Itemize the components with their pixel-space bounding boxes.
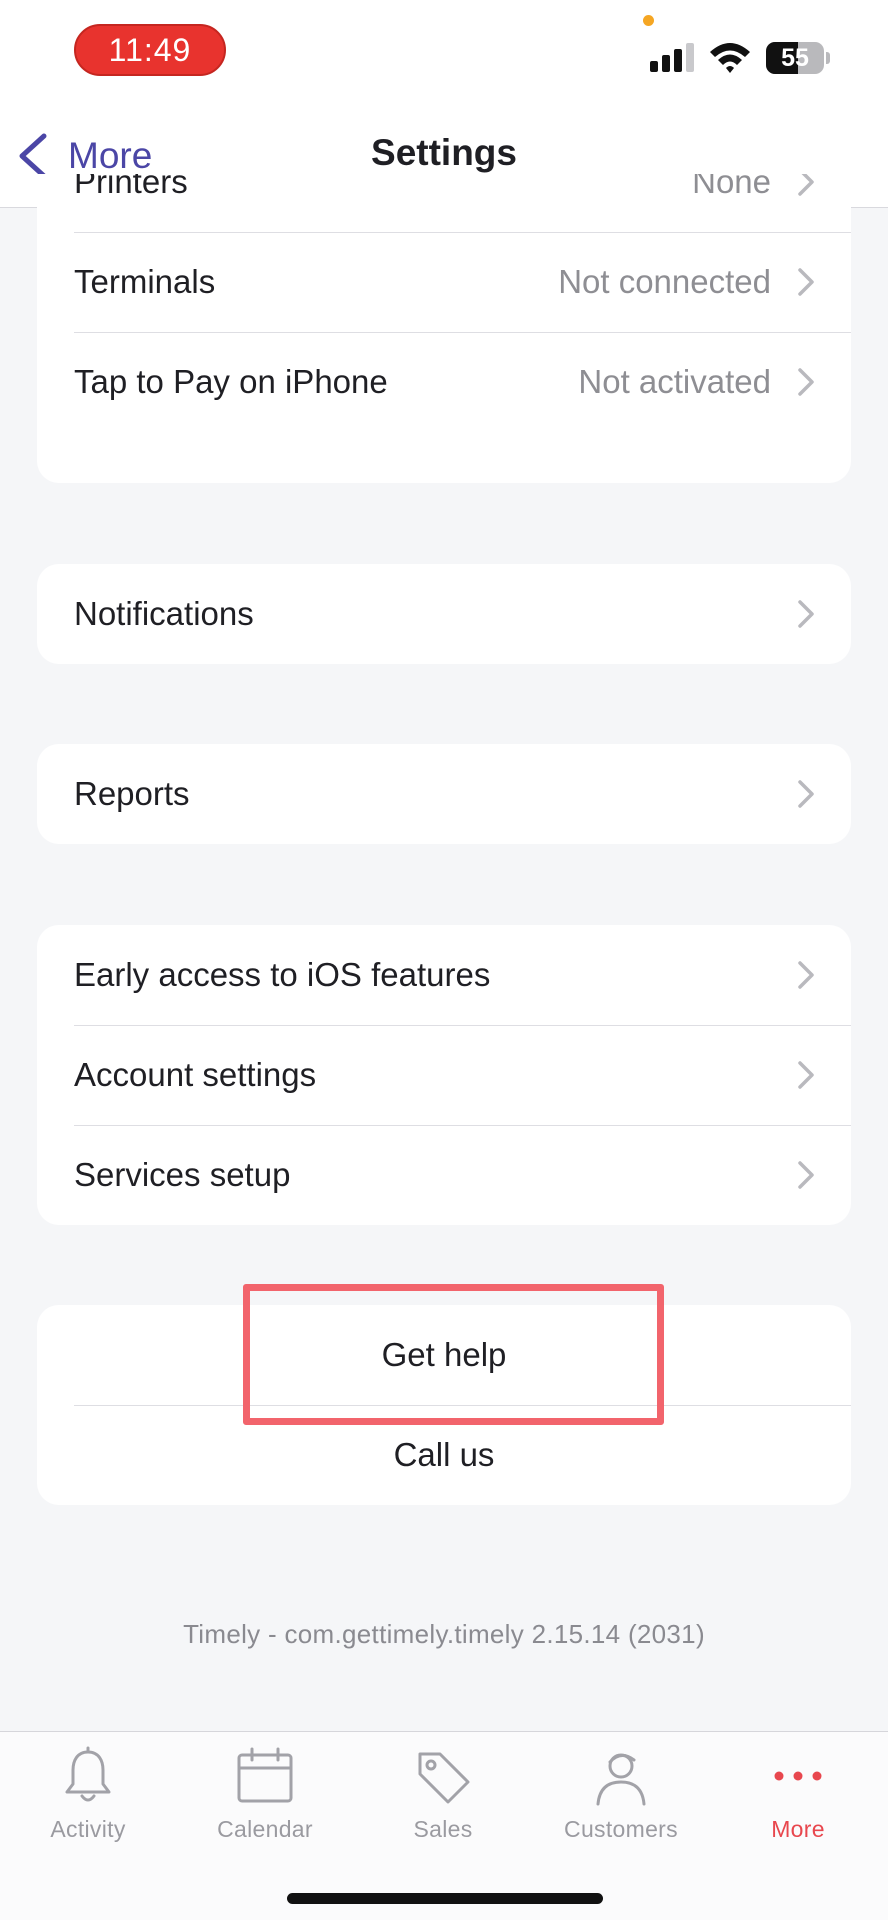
status-bar: 11:49 55 xyxy=(0,0,888,100)
row-value: Not activated xyxy=(578,363,771,400)
chevron-right-icon xyxy=(798,600,814,628)
row-printers[interactable]: Printers None xyxy=(37,174,851,232)
chevron-left-icon xyxy=(19,133,47,179)
tab-label: More xyxy=(771,1816,825,1842)
row-label: Get help xyxy=(381,1336,507,1373)
tab-label: Customers xyxy=(564,1816,678,1842)
get-help-button[interactable]: Get help xyxy=(37,1305,851,1405)
tag-icon xyxy=(418,1752,470,1804)
status-time: 11:49 xyxy=(74,24,226,76)
chevron-right-icon xyxy=(798,368,814,396)
tab-activity[interactable]: Activity xyxy=(13,1746,163,1856)
row-reports[interactable]: Reports xyxy=(37,744,851,844)
row-value: None xyxy=(692,174,771,200)
row-label: Services setup xyxy=(74,1156,291,1193)
tab-sales[interactable]: Sales xyxy=(368,1746,518,1856)
battery-tip xyxy=(826,52,830,64)
chevron-right-icon xyxy=(798,780,814,808)
row-label: Early access to iOS features xyxy=(74,956,491,993)
tab-customers[interactable]: Customers xyxy=(546,1746,696,1856)
more-dots-icon xyxy=(774,1771,822,1781)
tab-label: Sales xyxy=(413,1816,473,1842)
account-settings-group: Early access to iOS features Account set… xyxy=(37,925,851,1225)
row-early-access[interactable]: Early access to iOS features xyxy=(37,925,851,1025)
back-button-label: More xyxy=(68,135,153,176)
row-value: Not connected xyxy=(558,263,771,300)
row-tap-to-pay[interactable]: Tap to Pay on iPhone Not activated xyxy=(37,332,851,432)
row-terminals[interactable]: Terminals Not connected xyxy=(37,232,851,332)
battery-level: 55 xyxy=(781,43,809,72)
row-label: Reports xyxy=(74,775,190,812)
call-us-button[interactable]: Call us xyxy=(37,1405,851,1505)
tab-calendar[interactable]: Calendar xyxy=(190,1746,340,1856)
tab-bar: Activity Calendar Sales Customers More xyxy=(0,1731,888,1920)
home-indicator[interactable] xyxy=(287,1893,603,1904)
chevron-right-icon xyxy=(798,268,814,296)
row-label: Printers xyxy=(74,174,188,200)
notifications-group: Notifications xyxy=(37,564,851,664)
calendar-icon xyxy=(237,1747,293,1803)
hardware-settings-group: Printers None Terminals Not connected Ta… xyxy=(37,174,851,483)
row-label: Account settings xyxy=(74,1056,317,1093)
chevron-right-icon xyxy=(798,174,814,196)
settings-screen: 11:49 55 More Settings Printers None Ter… xyxy=(0,0,888,1920)
reports-group: Reports xyxy=(37,744,851,844)
help-group: Get help Call us xyxy=(37,1305,851,1505)
chevron-right-icon xyxy=(798,1161,814,1189)
row-services-setup[interactable]: Services setup xyxy=(37,1125,851,1225)
person-icon xyxy=(596,1753,646,1806)
cellular-signal-icon xyxy=(650,42,694,72)
row-label: Notifications xyxy=(74,595,254,632)
tab-label: Calendar xyxy=(217,1816,313,1842)
chevron-right-icon xyxy=(798,1061,814,1089)
row-account-settings[interactable]: Account settings xyxy=(37,1025,851,1125)
row-notifications[interactable]: Notifications xyxy=(37,564,851,664)
wifi-icon xyxy=(710,43,750,73)
tab-label: Activity xyxy=(50,1816,126,1842)
row-label: Call us xyxy=(393,1436,495,1473)
row-label: Terminals xyxy=(74,263,216,300)
battery-icon: 55 xyxy=(766,42,824,74)
bell-icon xyxy=(65,1746,111,1802)
app-version-text: Timely - com.gettimely.timely 2.15.14 (2… xyxy=(183,1619,705,1649)
privacy-indicator-dot xyxy=(643,15,654,26)
tab-more[interactable]: More xyxy=(723,1746,873,1856)
chevron-right-icon xyxy=(798,961,814,989)
row-label: Tap to Pay on iPhone xyxy=(74,363,388,400)
